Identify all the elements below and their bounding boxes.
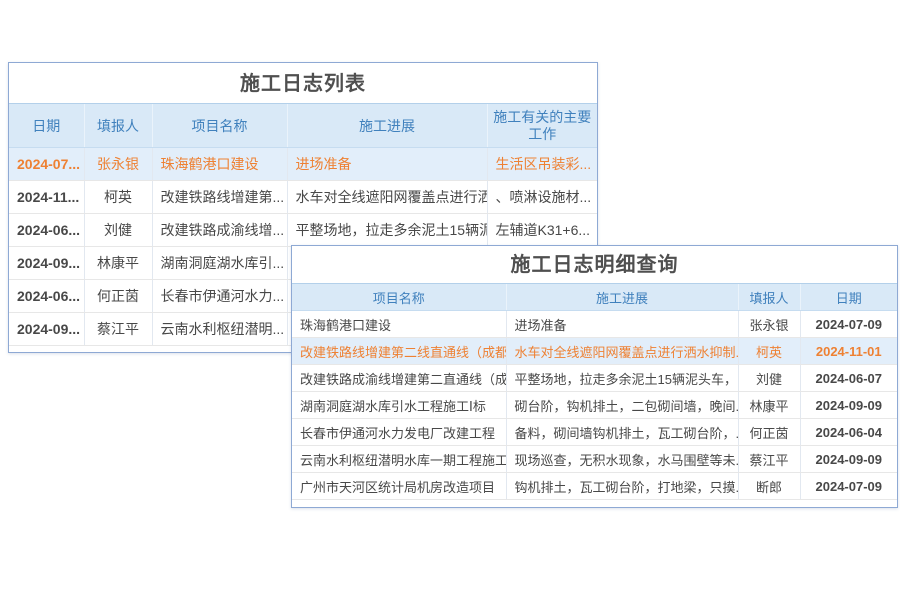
table-row[interactable]: 2024-07... 张永银 珠海鹤港口建设 进场准备 生活区吊装彩... bbox=[9, 148, 597, 181]
cell-main-work: 、喷淋设施材... bbox=[487, 181, 597, 214]
column-header-reporter: 填报人 bbox=[738, 284, 800, 311]
cell-project[interactable]: 云南水利枢纽潜明... bbox=[152, 313, 287, 346]
cell-project[interactable]: 湖南洞庭湖水库引... bbox=[152, 247, 287, 280]
cell-progress: 平整场地，拉走多余泥土15辆泥头车，... bbox=[506, 365, 738, 392]
cell-reporter[interactable]: 蔡江平 bbox=[84, 313, 152, 346]
table-row[interactable]: 云南水利枢纽潜明水库一期工程施工Ⅰ标 现场巡查，无积水现象，水马围壁等未... … bbox=[292, 446, 897, 473]
cell-reporter[interactable]: 柯英 bbox=[84, 181, 152, 214]
column-header-date: 日期 bbox=[9, 104, 84, 148]
cell-reporter[interactable]: 断郎 bbox=[738, 473, 800, 500]
cell-date: 2024-07-09 bbox=[800, 473, 897, 500]
cell-date: 2024-06-07 bbox=[800, 365, 897, 392]
detail-panel-title: 施工日志明细查询 bbox=[292, 246, 897, 283]
cell-project[interactable]: 云南水利枢纽潜明水库一期工程施工Ⅰ标 bbox=[292, 446, 506, 473]
cell-project[interactable]: 长春市伊通河水力发电厂改建工程 bbox=[292, 419, 506, 446]
cell-date: 2024-09-09 bbox=[800, 392, 897, 419]
cell-project[interactable]: 珠海鹤港口建设 bbox=[152, 148, 287, 181]
cell-project[interactable]: 改建铁路成渝线增建第二直通线（成渝 bbox=[292, 365, 506, 392]
cell-progress: 水车对全线遮阳网覆盖点进行洒... bbox=[287, 181, 487, 214]
cell-reporter[interactable]: 林康平 bbox=[84, 247, 152, 280]
cell-reporter[interactable]: 刘健 bbox=[84, 214, 152, 247]
cell-progress: 进场准备 bbox=[506, 311, 738, 338]
cell-date: 2024-07-09 bbox=[800, 311, 897, 338]
cell-progress: 进场准备 bbox=[287, 148, 487, 181]
cell-reporter[interactable]: 刘健 bbox=[738, 365, 800, 392]
cell-date: 2024-09... bbox=[9, 247, 84, 280]
cell-project[interactable]: 湖南洞庭湖水库引水工程施工Ⅰ标 bbox=[292, 392, 506, 419]
list-header-row: 日期 填报人 项目名称 施工进展 施工有关的主要工作 bbox=[9, 104, 597, 148]
column-header-progress: 施工进展 bbox=[287, 104, 487, 148]
column-header-date: 日期 bbox=[800, 284, 897, 311]
column-header-main-work: 施工有关的主要工作 bbox=[487, 104, 597, 148]
cell-reporter[interactable]: 张永银 bbox=[738, 311, 800, 338]
cell-date: 2024-09... bbox=[9, 313, 84, 346]
column-header-progress: 施工进展 bbox=[506, 284, 738, 311]
table-row[interactable]: 珠海鹤港口建设 进场准备 张永银 2024-07-09 bbox=[292, 311, 897, 338]
cell-reporter[interactable]: 何正茵 bbox=[84, 280, 152, 313]
column-header-project: 项目名称 bbox=[292, 284, 506, 311]
cell-project[interactable]: 改建铁路成渝线增... bbox=[152, 214, 287, 247]
cell-reporter[interactable]: 何正茵 bbox=[738, 419, 800, 446]
cell-reporter[interactable]: 林康平 bbox=[738, 392, 800, 419]
table-row[interactable]: 2024-11... 柯英 改建铁路线增建第... 水车对全线遮阳网覆盖点进行洒… bbox=[9, 181, 597, 214]
construction-log-detail-table: 项目名称 施工进展 填报人 日期 珠海鹤港口建设 进场准备 张永银 2024-0… bbox=[292, 283, 897, 500]
cell-project[interactable]: 改建铁路线增建第... bbox=[152, 181, 287, 214]
cell-progress: 钩机排土，瓦工砌台阶，打地梁，只摸... bbox=[506, 473, 738, 500]
cell-progress: 砌台阶，钩机排土，二包砌间墙，晚间... bbox=[506, 392, 738, 419]
cell-main-work: 左辅道K31+6... bbox=[487, 214, 597, 247]
cell-progress: 备料，砌间墙钩机排土，瓦工砌台阶，... bbox=[506, 419, 738, 446]
cell-project[interactable]: 改建铁路线增建第二线直通线（成都-西 bbox=[292, 338, 506, 365]
cell-date: 2024-06-04 bbox=[800, 419, 897, 446]
column-header-reporter: 填报人 bbox=[84, 104, 152, 148]
construction-log-detail-panel: 施工日志明细查询 项目名称 施工进展 填报人 日期 珠海鹤港口建设 进场准备 张… bbox=[291, 245, 898, 508]
table-row[interactable]: 长春市伊通河水力发电厂改建工程 备料，砌间墙钩机排土，瓦工砌台阶，... 何正茵… bbox=[292, 419, 897, 446]
cell-date: 2024-06... bbox=[9, 214, 84, 247]
cell-project[interactable]: 广州市天河区统计局机房改造项目 bbox=[292, 473, 506, 500]
table-row[interactable]: 湖南洞庭湖水库引水工程施工Ⅰ标 砌台阶，钩机排土，二包砌间墙，晚间... 林康平… bbox=[292, 392, 897, 419]
cell-reporter[interactable]: 柯英 bbox=[738, 338, 800, 365]
cell-reporter[interactable]: 张永银 bbox=[84, 148, 152, 181]
cell-progress: 水车对全线遮阳网覆盖点进行洒水抑制... bbox=[506, 338, 738, 365]
cell-progress: 平整场地，拉走多余泥土15辆泥... bbox=[287, 214, 487, 247]
cell-date: 2024-11-01 bbox=[800, 338, 897, 365]
cell-progress: 现场巡查，无积水现象，水马围壁等未... bbox=[506, 446, 738, 473]
table-row[interactable]: 改建铁路成渝线增建第二直通线（成渝 平整场地，拉走多余泥土15辆泥头车，... … bbox=[292, 365, 897, 392]
cell-date: 2024-11... bbox=[9, 181, 84, 214]
cell-date: 2024-07... bbox=[9, 148, 84, 181]
cell-date: 2024-09-09 bbox=[800, 446, 897, 473]
cell-project[interactable]: 长春市伊通河水力... bbox=[152, 280, 287, 313]
cell-reporter[interactable]: 蔡江平 bbox=[738, 446, 800, 473]
list-panel-title: 施工日志列表 bbox=[9, 63, 597, 103]
cell-main-work: 生活区吊装彩... bbox=[487, 148, 597, 181]
cell-project[interactable]: 珠海鹤港口建设 bbox=[292, 311, 506, 338]
detail-header-row: 项目名称 施工进展 填报人 日期 bbox=[292, 284, 897, 311]
column-header-project: 项目名称 bbox=[152, 104, 287, 148]
table-row[interactable]: 广州市天河区统计局机房改造项目 钩机排土，瓦工砌台阶，打地梁，只摸... 断郎 … bbox=[292, 473, 897, 500]
table-row[interactable]: 2024-06... 刘健 改建铁路成渝线增... 平整场地，拉走多余泥土15辆… bbox=[9, 214, 597, 247]
table-row[interactable]: 改建铁路线增建第二线直通线（成都-西 水车对全线遮阳网覆盖点进行洒水抑制... … bbox=[292, 338, 897, 365]
cell-date: 2024-06... bbox=[9, 280, 84, 313]
